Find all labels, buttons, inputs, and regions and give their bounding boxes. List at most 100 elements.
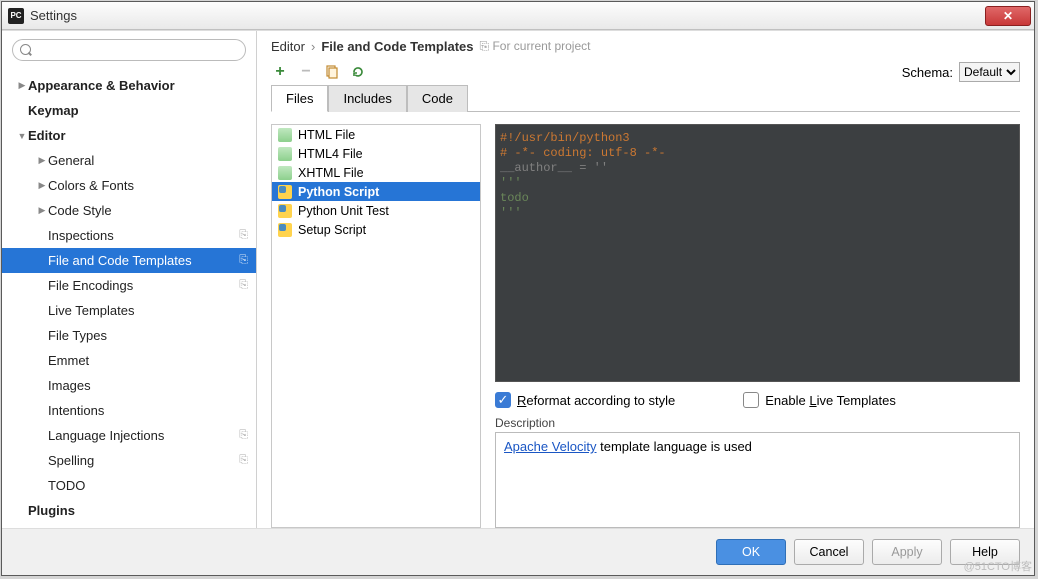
tree-item-inspections[interactable]: Inspections⎘ <box>2 223 256 248</box>
tree-label: Live Templates <box>48 303 248 318</box>
apply-button[interactable]: Apply <box>872 539 942 565</box>
copy-icon: ⎘ <box>239 254 248 267</box>
template-setup-script[interactable]: Setup Script <box>272 220 480 239</box>
tree-item-language-injections[interactable]: Language Injections⎘ <box>2 423 256 448</box>
copy-button[interactable] <box>323 63 341 81</box>
template-python-unit-test[interactable]: Python Unit Test <box>272 201 480 220</box>
tree-item-code-style[interactable]: ▶Code Style <box>2 198 256 223</box>
schema-select[interactable]: Default <box>959 62 1020 82</box>
chevron-right-icon: › <box>311 39 315 54</box>
py-file-icon <box>278 204 292 218</box>
tab-code[interactable]: Code <box>407 85 468 112</box>
add-button[interactable]: + <box>271 63 289 81</box>
template-xhtml-file[interactable]: XHTML File <box>272 163 480 182</box>
tree-item-images[interactable]: Images <box>2 373 256 398</box>
tree-label: Code Style <box>48 203 248 218</box>
tree-item-general[interactable]: ▶General <box>2 148 256 173</box>
enable-live-templates-checkbox[interactable] <box>743 392 759 408</box>
settings-tree[interactable]: ▶Appearance & BehaviorKeymap▼Editor▶Gene… <box>2 69 256 528</box>
tree-item-intentions[interactable]: Intentions <box>2 398 256 423</box>
tree-label: Intentions <box>48 403 248 418</box>
tree-item-appearance-behavior[interactable]: ▶Appearance & Behavior <box>2 73 256 98</box>
tree-label: Language Injections <box>48 428 239 443</box>
tree-item-emmet[interactable]: Emmet <box>2 348 256 373</box>
template-label: Python Script <box>298 185 379 199</box>
expand-icon: ▼ <box>16 131 28 141</box>
template-label: XHTML File <box>298 166 364 180</box>
tree-label: Editor <box>28 128 248 143</box>
search-input[interactable] <box>12 39 246 61</box>
html-file-icon <box>278 166 292 180</box>
copy-icon: ⎘ <box>239 229 248 242</box>
tab-includes[interactable]: Includes <box>328 85 406 112</box>
tree-label: Inspections <box>48 228 239 243</box>
close-button[interactable]: ✕ <box>985 6 1031 26</box>
tree-item-file-and-code-templates[interactable]: File and Code Templates⎘ <box>2 248 256 273</box>
breadcrumb-editor: Editor <box>271 39 305 54</box>
template-list[interactable]: HTML File HTML4 File XHTML File Python Scri… <box>271 124 481 528</box>
tree-item-file-types[interactable]: File Types <box>2 323 256 348</box>
py-file-icon <box>278 223 292 237</box>
template-label: HTML4 File <box>298 147 363 161</box>
copy-icon: ⎘ <box>239 454 248 467</box>
html-file-icon <box>278 147 292 161</box>
titlebar: PC Settings ✕ <box>2 2 1034 30</box>
dialog-footer: OK Cancel Apply Help <box>2 528 1034 575</box>
code-editor[interactable]: #!/usr/bin/python3 # -*- coding: utf-8 -… <box>495 124 1020 382</box>
expand-icon: ▶ <box>16 80 28 91</box>
app-icon: PC <box>8 8 24 24</box>
refresh-button[interactable] <box>349 63 367 81</box>
breadcrumb-current: File and Code Templates <box>321 39 473 54</box>
copy-icon: ⎘ <box>239 429 248 442</box>
tree-label: File Encodings <box>48 278 239 293</box>
schema-label: Schema: <box>902 65 953 80</box>
template-label: Setup Script <box>298 223 366 237</box>
tree-item-plugins[interactable]: Plugins <box>2 498 256 523</box>
template-html4-file[interactable]: HTML4 File <box>272 144 480 163</box>
apache-velocity-link[interactable]: Apache Velocity <box>504 439 597 454</box>
settings-sidebar: ▶Appearance & BehaviorKeymap▼Editor▶Gene… <box>2 31 257 528</box>
copy-icon: ⎘ <box>239 279 248 292</box>
breadcrumb: Editor › File and Code Templates ⎘ For c… <box>271 39 1020 54</box>
description-box: Apache Velocity template language is use… <box>495 432 1020 528</box>
tree-label: Emmet <box>48 353 248 368</box>
expand-icon: ▶ <box>36 180 48 191</box>
template-python-script[interactable]: Python Script <box>272 182 480 201</box>
cancel-button[interactable]: Cancel <box>794 539 864 565</box>
tree-label: File and Code Templates <box>48 253 239 268</box>
enable-live-templates-label: Enable Live Templates <box>765 393 896 408</box>
tree-label: File Types <box>48 328 248 343</box>
scope-label: ⎘ For current project <box>480 39 591 54</box>
template-tabs: FilesIncludesCode <box>271 84 1020 112</box>
tree-label: Appearance & Behavior <box>28 78 248 93</box>
tree-label: Spelling <box>48 453 239 468</box>
tree-item-file-encodings[interactable]: File Encodings⎘ <box>2 273 256 298</box>
description-label: Description <box>495 416 1020 430</box>
window-title: Settings <box>30 8 985 23</box>
tree-label: General <box>48 153 248 168</box>
reformat-label: RReformat according to styleeformat acco… <box>517 393 675 408</box>
tree-item-todo[interactable]: TODO <box>2 473 256 498</box>
expand-icon: ▶ <box>36 155 48 166</box>
remove-button[interactable]: − <box>297 63 315 81</box>
tree-label: TODO <box>48 478 248 493</box>
tree-item-editor[interactable]: ▼Editor <box>2 123 256 148</box>
watermark: @51CTO博客 <box>964 558 1032 574</box>
tree-label: Plugins <box>28 503 248 518</box>
reformat-checkbox[interactable]: ✓ <box>495 392 511 408</box>
tree-item-keymap[interactable]: Keymap <box>2 98 256 123</box>
tree-label: Keymap <box>28 103 248 118</box>
html-file-icon <box>278 128 292 142</box>
expand-icon: ▶ <box>36 205 48 216</box>
py-file-icon <box>278 185 292 199</box>
tree-label: Images <box>48 378 248 393</box>
ok-button[interactable]: OK <box>716 539 786 565</box>
template-html-file[interactable]: HTML File <box>272 125 480 144</box>
tab-files[interactable]: Files <box>271 85 328 112</box>
template-label: HTML File <box>298 128 355 142</box>
template-label: Python Unit Test <box>298 204 389 218</box>
tree-item-live-templates[interactable]: Live Templates <box>2 298 256 323</box>
tree-label: Colors & Fonts <box>48 178 248 193</box>
tree-item-spelling[interactable]: Spelling⎘ <box>2 448 256 473</box>
tree-item-colors-fonts[interactable]: ▶Colors & Fonts <box>2 173 256 198</box>
